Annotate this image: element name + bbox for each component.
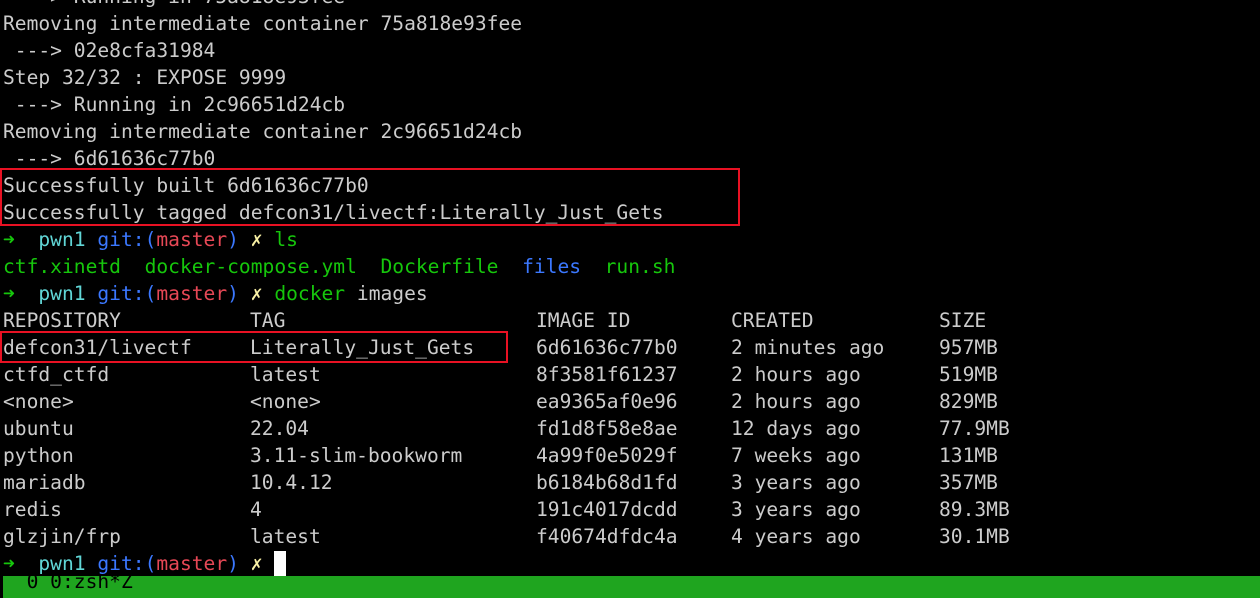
- cell-size: 30.1MB: [939, 525, 1010, 548]
- prompt-paren: ): [227, 552, 239, 575]
- cell-size: 357MB: [939, 471, 998, 494]
- cell-image-id: 191c4017dcdd: [536, 498, 678, 521]
- cell-repository: <none>: [3, 390, 74, 413]
- prompt-paren: ): [227, 282, 239, 305]
- cell-image-id: ea9365af0e96: [536, 390, 678, 413]
- log-line: ---> 02e8cfa31984: [3, 39, 216, 62]
- cell-tag: 22.04: [250, 417, 309, 440]
- highlight-box-build: [0, 168, 740, 226]
- cell-size: 519MB: [939, 363, 998, 386]
- prompt-git-label: git:: [97, 552, 145, 575]
- header-tag: TAG: [250, 309, 286, 332]
- prompt-paren: (: [144, 228, 157, 251]
- prompt-dirty-icon: ✗: [250, 228, 263, 251]
- cell-tag: latest: [250, 525, 321, 548]
- cell-tag: 3.11-slim-bookworm: [250, 444, 463, 467]
- cell-image-id: 4a99f0e5029f: [536, 444, 678, 467]
- prompt-paren: (: [144, 282, 157, 305]
- cell-created: 2 minutes ago: [731, 336, 885, 359]
- prompt-line: ➜ pwn1 git:(master) ✗ docker images: [3, 280, 428, 307]
- prompt-arrow-icon: ➜: [3, 228, 15, 251]
- cell-tag: 10.4.12: [250, 471, 333, 494]
- ls-file: Dockerfile: [380, 255, 499, 278]
- prompt-dirty-icon: ✗: [250, 552, 263, 575]
- command-ls: ls: [274, 228, 298, 251]
- prompt-git-label: git:: [97, 228, 145, 251]
- status-bar-text: 0 0:zsh*Z: [26, 576, 133, 593]
- command-args: images: [345, 282, 428, 305]
- cell-tag: <none>: [250, 390, 321, 413]
- cell-repository: redis: [3, 498, 62, 521]
- tmux-status-bar: 0 0:zsh*Z: [3, 576, 1260, 598]
- terminal-window[interactable]: ---> Running in 75a818e93fee Removing in…: [0, 0, 1260, 598]
- cell-created: 3 years ago: [731, 471, 861, 494]
- cell-size: 89.3MB: [939, 498, 1010, 521]
- cell-image-id: f40674dfdc4a: [536, 525, 678, 548]
- header-created: CREATED: [731, 309, 814, 332]
- cell-image-id: fd1d8f58e8ae: [536, 417, 678, 440]
- log-line: ---> Running in 75a818e93fee: [3, 0, 345, 10]
- prompt-paren: ): [227, 228, 239, 251]
- cell-created: 7 weeks ago: [731, 444, 861, 467]
- ls-file: run.sh: [604, 255, 676, 278]
- prompt-git-label: git:: [97, 282, 145, 305]
- prompt-dirty-icon: ✗: [250, 282, 263, 305]
- prompt-branch: master: [156, 282, 228, 305]
- prompt-dir: pwn1: [38, 228, 86, 251]
- log-line: Removing intermediate container 2c96651d…: [3, 120, 523, 143]
- cell-repository: ctfd_ctfd: [3, 363, 110, 386]
- ls-output: ctf.xinetd docker-compose.yml Dockerfile…: [3, 253, 675, 280]
- header-repository: REPOSITORY: [3, 309, 121, 332]
- ls-file: docker-compose.yml: [144, 255, 357, 278]
- cell-repository: mariadb: [3, 471, 86, 494]
- cell-created: 2 hours ago: [731, 363, 861, 386]
- cell-repository: python: [3, 444, 74, 467]
- cell-created: 12 days ago: [731, 417, 861, 440]
- highlight-box-image: [0, 331, 508, 363]
- cell-created: 3 years ago: [731, 498, 861, 521]
- ls-directory: files: [522, 255, 582, 278]
- log-line: ---> Running in 2c96651d24cb: [3, 93, 346, 116]
- cell-repository: ubuntu: [3, 417, 74, 440]
- cell-created: 4 years ago: [731, 525, 861, 548]
- prompt-arrow-icon: ➜: [3, 282, 15, 305]
- header-image-id: IMAGE ID: [536, 309, 631, 332]
- log-line: Step 32/32 : EXPOSE 9999: [3, 66, 287, 89]
- prompt-line: ➜ pwn1 git:(master) ✗ ls: [3, 226, 298, 253]
- cell-image-id: 8f3581f61237: [536, 363, 678, 386]
- cell-size: 77.9MB: [939, 417, 1010, 440]
- prompt-dir: pwn1: [38, 552, 86, 575]
- command-docker: docker: [274, 282, 346, 305]
- cell-image-id: b6184b68d1fd: [536, 471, 678, 494]
- log-line: Removing intermediate container 75a818e9…: [3, 12, 523, 35]
- prompt-dir: pwn1: [38, 282, 86, 305]
- cell-size: 957MB: [939, 336, 998, 359]
- prompt-branch: master: [156, 552, 228, 575]
- cell-size: 131MB: [939, 444, 998, 467]
- cell-created: 2 hours ago: [731, 390, 861, 413]
- prompt-arrow-icon: ➜: [3, 552, 15, 575]
- cell-size: 829MB: [939, 390, 998, 413]
- cell-tag: 4: [250, 498, 262, 521]
- prompt-paren: (: [144, 552, 157, 575]
- prompt-line-current[interactable]: ➜ pwn1 git:(master) ✗: [3, 550, 287, 577]
- text-cursor[interactable]: [274, 551, 287, 576]
- cell-image-id: 6d61636c77b0: [536, 336, 678, 359]
- prompt-branch: master: [156, 228, 228, 251]
- cell-tag: latest: [250, 363, 321, 386]
- ls-file: ctf.xinetd: [3, 255, 121, 278]
- cell-repository: glzjin/frp: [3, 525, 121, 548]
- header-size: SIZE: [939, 309, 987, 332]
